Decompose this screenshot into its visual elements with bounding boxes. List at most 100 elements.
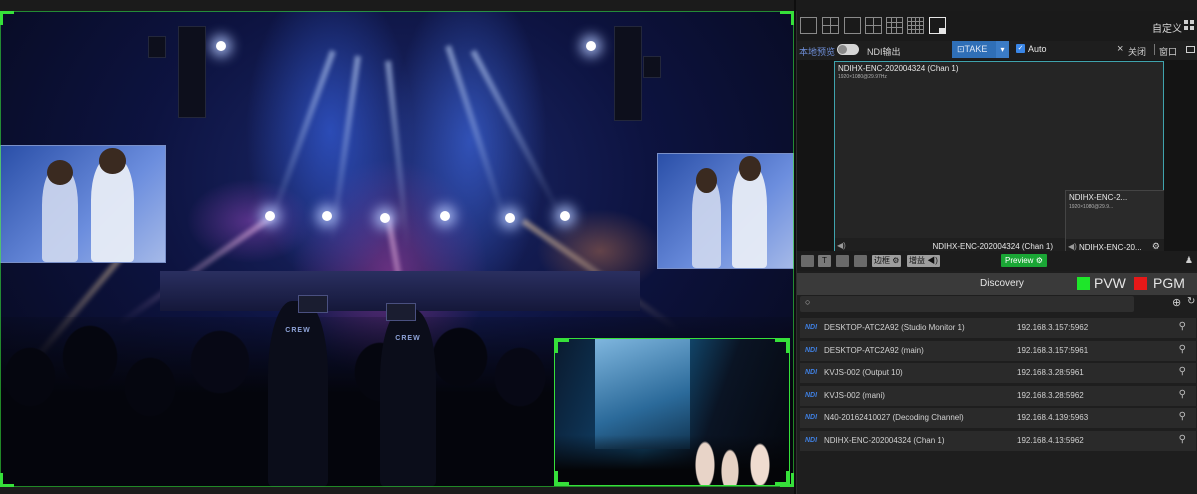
monitor-sub-tile[interactable]: NDIHX-ENC-2... 1920×1080@29.9... ◀) NDIH… [1065,190,1164,255]
source-address: 192.168.4.139:5963 [1017,413,1089,423]
window-icon[interactable] [1186,46,1195,53]
ndi-tag: NDI [805,346,818,354]
source-address: 192.168.3.28:5961 [1017,368,1084,378]
corner-marker [775,339,789,353]
speaker-icon[interactable]: ◀) [837,241,846,250]
pgm-label: PGM [1153,275,1185,291]
source-row[interactable]: NDI NDIHX-ENC-202004324 (Chan 1) 192.168.4… [800,430,1196,451]
main-source-resolution: 1920×1080@29.97Hz [838,74,887,80]
auto-checkbox[interactable]: ✓ [1016,44,1025,53]
pvw-label: PVW [1094,275,1126,291]
source-row[interactable]: NDI DESKTOP-ATC2A92 (Studio Monitor 1) 192… [800,318,1196,338]
pin-icon[interactable]: ⚲ [1179,344,1186,355]
separator [1154,44,1155,55]
source-name: DESKTOP-ATC2A92 (main) [824,345,924,355]
close-button[interactable]: 关闭 [1128,45,1146,58]
ndi-tag: NDI [805,369,818,377]
take-dropdown-icon[interactable]: ▾ [996,41,1009,58]
stage-spotlight [322,211,332,221]
stage-spotlight [380,213,390,223]
corner-marker [0,473,14,487]
pgm-indicator[interactable] [1134,277,1147,290]
layout-quad-icon[interactable] [865,17,882,34]
local-preview-label: 本地预览 [799,47,836,57]
pin-icon[interactable]: ⚲ [1179,366,1186,377]
pin-icon[interactable]: ⚲ [1179,389,1186,400]
side-led-screen [657,153,794,269]
stage-spotlight [505,213,515,223]
window-button[interactable]: 窗口 [1159,45,1177,58]
refresh-icon[interactable]: ↻ [1187,296,1195,307]
source-row[interactable]: NDI N40-20162410027 (Decoding Channel) 192… [800,408,1196,429]
ndi-tag: NDI [805,436,818,444]
speaker-array [643,56,661,78]
corner-marker [780,11,794,25]
layout-1x1-icon[interactable] [800,17,817,34]
image-icon[interactable] [836,255,849,267]
person-icon[interactable]: ♟ [1185,255,1193,266]
border-button[interactable]: 边框 ⚙ [872,255,902,267]
source-name: KVJS-002 (mani) [824,390,885,400]
stage-spotlight [560,211,570,221]
pip-raised-hands [555,435,789,485]
speaker-array [614,26,642,121]
corner-marker [775,471,789,485]
source-address: 192.168.4.13:5962 [1017,435,1084,445]
add-source-icon[interactable]: ⊕ [1172,296,1181,309]
ndi-tag: NDI [805,414,818,422]
sub-source-resolution: 1920×1080@29.9... [1069,204,1114,210]
layout-3x3-icon[interactable] [886,17,903,34]
search-box: ○ [800,296,1134,312]
custom-layout-icon[interactable] [1184,20,1194,30]
layout-4x4-icon[interactable] [907,17,924,34]
layout-single-icon[interactable] [844,17,861,34]
camera-operator: CREW [380,303,436,487]
text-icon[interactable]: T [818,255,831,267]
speaker-array [178,26,206,118]
custom-layout-label[interactable]: 自定义 [1152,20,1182,35]
pvw-indicator[interactable] [1077,277,1090,290]
grid-icon[interactable] [801,255,814,267]
ndi-tag: NDI [805,324,818,331]
source-list: NDI DESKTOP-ATC2A92 (Studio Monitor 1) 192… [800,318,1196,454]
source-name: N40-20162410027 (Decoding Channel) [824,413,964,423]
local-preview-toggle[interactable] [837,44,859,55]
take-button[interactable]: ⊡TAKE [952,41,996,58]
speaker-icon[interactable]: ◀) [1068,242,1077,251]
layout-pip-icon[interactable] [929,17,946,34]
source-address: 192.168.3.157:5962 [1017,323,1089,332]
pin-icon[interactable]: ⚲ [1179,434,1186,445]
gain-button[interactable]: 增益 ◀) [907,255,940,267]
preview-label: Preview [1005,256,1034,265]
preview-button[interactable]: Preview ⚙ [1001,254,1047,267]
close-icon[interactable]: × [1117,43,1123,55]
ndi-tag: NDI [805,391,818,399]
pip-led-screen [595,339,690,449]
take-icon: ⊡ [957,44,965,54]
source-row[interactable]: NDI KVJS-002 (mani) 192.168.3.28:5962 ⚲ [800,385,1196,406]
pin-icon[interactable]: ⚲ [1179,411,1186,422]
pip-video-view[interactable] [554,338,790,486]
discovery-title: Discovery [980,278,1024,289]
source-name: KVJS-002 (Output 10) [824,368,903,378]
take-label: TAKE [964,44,988,54]
auto-label: Auto [1028,44,1047,54]
pin-icon[interactable]: ⚲ [1179,321,1186,332]
speaker-array [148,36,166,58]
source-name: DESKTOP-ATC2A92 (Studio Monitor 1) [824,323,965,332]
source-row[interactable]: NDI KVJS-002 (Output 10) 192.168.3.28:5961… [800,363,1196,384]
search-icon: ○ [805,297,811,307]
main-source-name: NDIHX-ENC-202004324 (Chan 1) [838,64,959,73]
search-row: ○ ⊕ ↻ [797,295,1197,315]
search-input[interactable] [816,297,1126,311]
chart-icon[interactable] [854,255,867,267]
sub-source-name: NDIHX-ENC-2... [1069,193,1128,202]
source-address: 192.168.3.28:5962 [1017,390,1084,400]
layout-grid-2-icon[interactable] [822,17,839,34]
border-label: 边框 [874,256,890,265]
source-row[interactable]: NDI DESKTOP-ATC2A92 (main) 192.168.3.157:5… [800,340,1196,361]
gain-label: 增益 [909,256,925,265]
corner-marker [555,471,569,485]
ndi-output-label: NDI输出 [867,47,901,57]
tool-row: T 边框 ⚙ 增益 ◀) Preview ⚙ ♟ [797,251,1197,271]
